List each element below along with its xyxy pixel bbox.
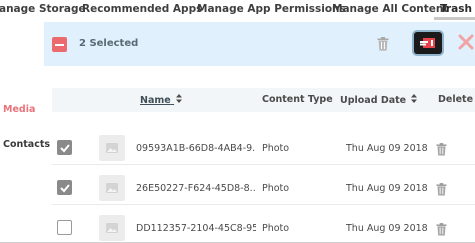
file-name[interactable]: 26E50227-F624-45D8-8... (136, 183, 256, 194)
left-nav: Media Contacts (0, 22, 50, 242)
content-type: Photo (262, 223, 290, 234)
trash-icon[interactable] (377, 36, 389, 55)
upload-date: Thu Aug 09 2018 (346, 223, 428, 234)
sort-icon (176, 94, 183, 106)
selection-bar: 2 Selected (44, 22, 475, 66)
active-tab-indicator (434, 17, 475, 20)
column-upload-date-label: Upload Date (340, 95, 407, 106)
table-row: 09593A1B-66D8-4AB4-9... Photo Thu Aug 09… (52, 130, 475, 165)
table-row: DD112357-2104-45C8-95... Photo Thu Aug 0… (52, 210, 475, 242)
row-checkbox[interactable] (57, 140, 72, 155)
file-name[interactable]: DD112357-2104-45C8-95... (136, 223, 256, 234)
column-name-header[interactable]: Name (140, 94, 183, 106)
column-delete-header: Delete (438, 94, 474, 105)
nav-item-contacts[interactable]: Contacts (3, 139, 50, 150)
row-checkbox[interactable] (57, 180, 72, 195)
move-to-folder-icon[interactable] (414, 32, 442, 54)
column-name-label: Name (140, 95, 171, 106)
top-tabs: anage Storage Recommended Apps Manage Ap… (0, 0, 475, 22)
tab-manage-app-permissions[interactable]: Manage App Permissions (197, 3, 346, 15)
table-header: Name Content Type Upload Date Delete (52, 88, 475, 112)
selected-count: 2 Selected (79, 38, 139, 49)
photo-thumbnail-icon (99, 175, 125, 201)
photo-thumbnail-icon (99, 215, 125, 241)
upload-date: Thu Aug 09 2018 (346, 143, 428, 154)
column-content-type-header: Content Type (262, 94, 333, 105)
row-checkbox[interactable] (57, 220, 72, 235)
trash-icon[interactable] (436, 181, 447, 200)
content-type: Photo (262, 143, 290, 154)
tab-manage-storage[interactable]: anage Storage (0, 3, 86, 15)
trash-icon[interactable] (436, 221, 447, 240)
tab-manage-all-content[interactable]: Manage All Content (332, 3, 448, 15)
trash-icon[interactable] (436, 141, 447, 160)
file-name[interactable]: 09593A1B-66D8-4AB4-9... (136, 143, 256, 154)
table-row: 26E50227-F624-45D8-8... Photo Thu Aug 09… (52, 170, 475, 205)
column-upload-date-header[interactable]: Upload Date (340, 94, 418, 106)
sort-icon (411, 94, 418, 106)
app-frame: anage Storage Recommended Apps Manage Ap… (0, 0, 475, 243)
upload-date: Thu Aug 09 2018 (346, 183, 428, 194)
tab-trash[interactable]: Trash (440, 3, 472, 15)
minus-checkbox-icon[interactable] (52, 37, 67, 52)
nav-item-media[interactable]: Media (3, 104, 35, 115)
content-type: Photo (262, 183, 290, 194)
photo-thumbnail-icon (99, 135, 125, 161)
tab-recommended-apps[interactable]: Recommended Apps (82, 3, 202, 15)
close-icon[interactable] (458, 34, 474, 54)
